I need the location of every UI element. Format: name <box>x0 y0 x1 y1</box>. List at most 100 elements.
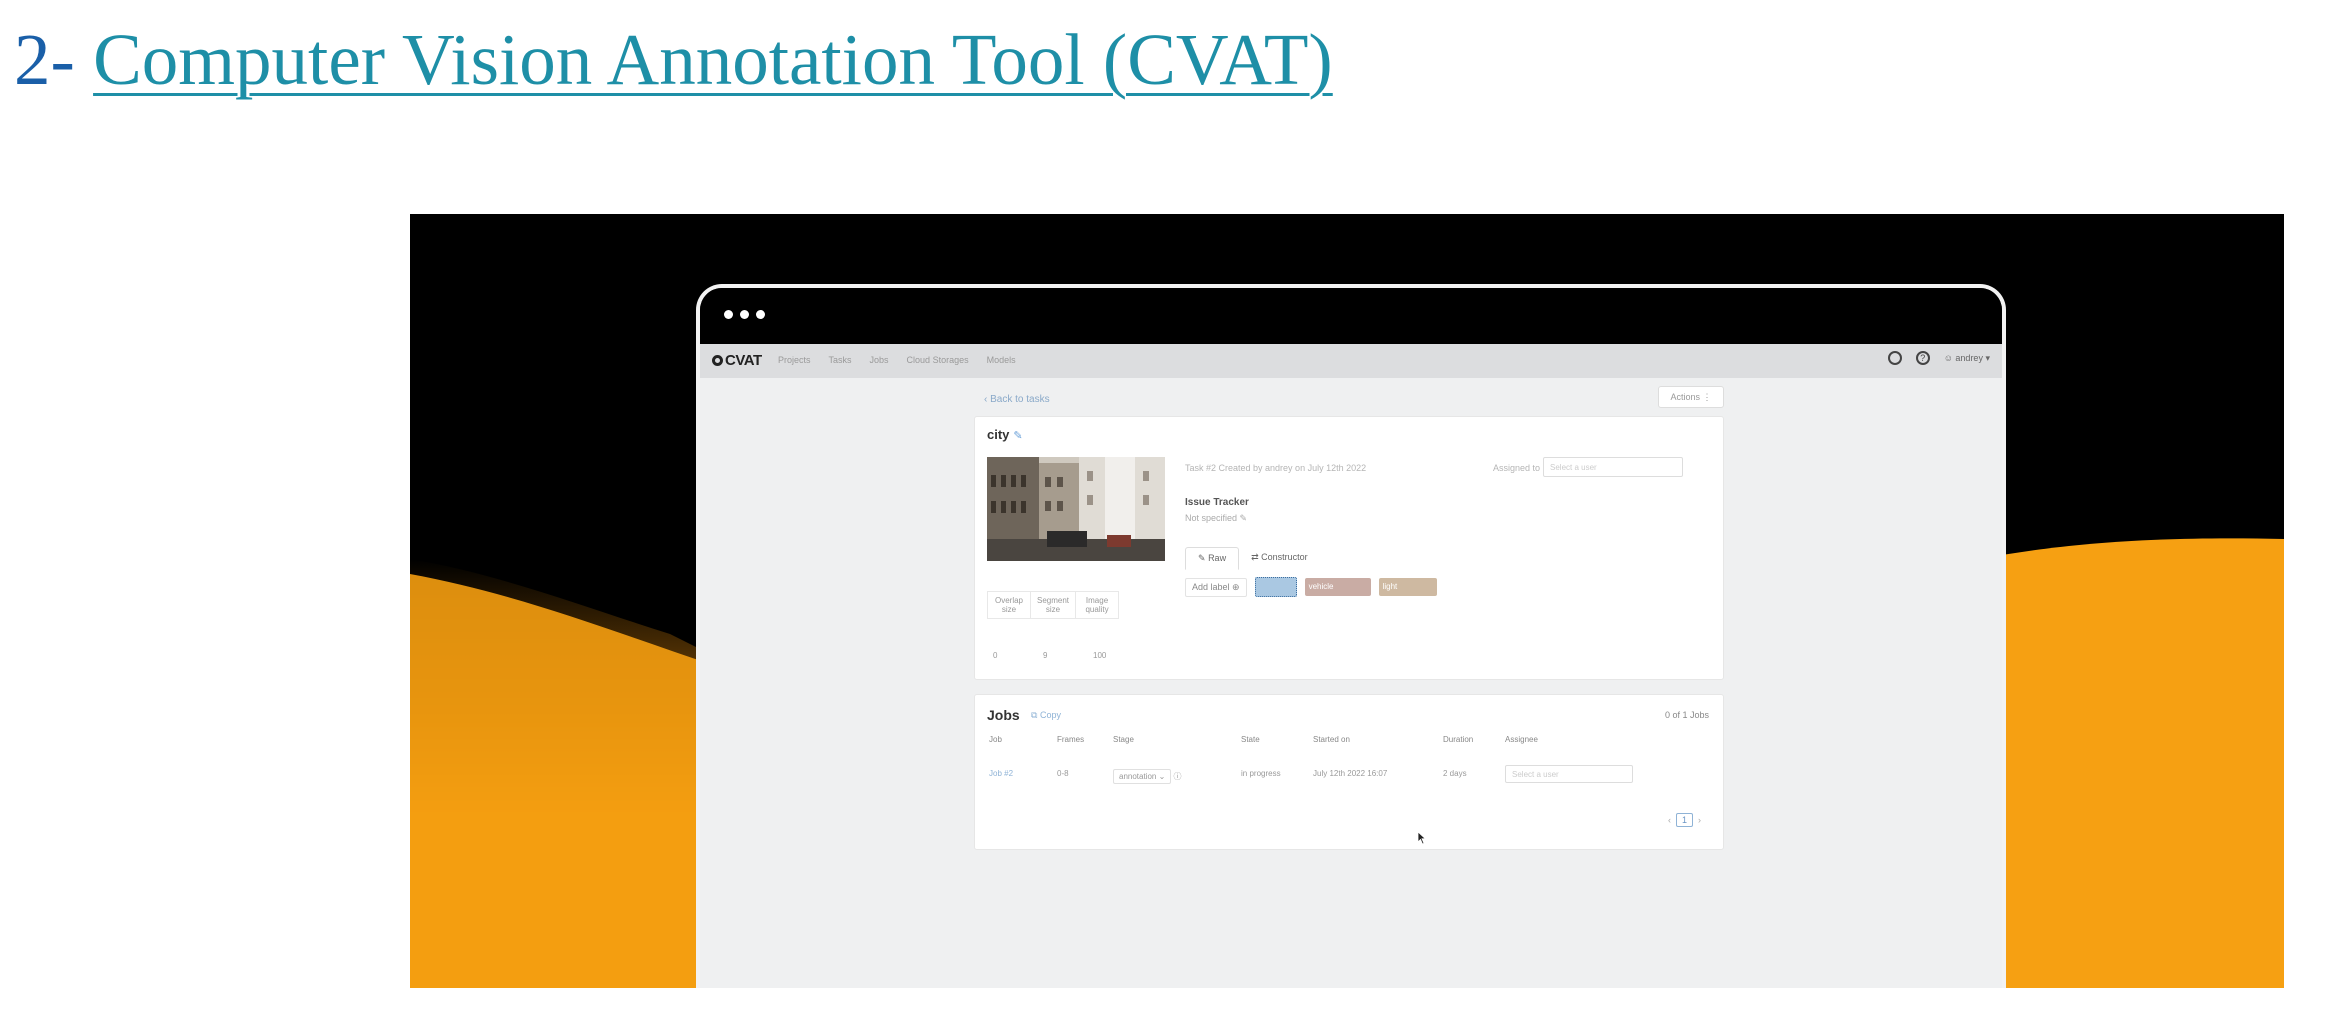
assigned-to-label: Assigned to <box>1493 463 1541 473</box>
nav-models[interactable]: Models <box>987 355 1016 365</box>
task-preview-image <box>987 457 1165 561</box>
label-list: Add label ⊕ vehicle light <box>1185 577 1437 597</box>
param-value: 9 <box>1043 651 1048 660</box>
tab-raw-label: Raw <box>1208 553 1227 563</box>
logo-text: CVAT <box>725 352 762 369</box>
tab-constructor[interactable]: ⇄ Constructor <box>1239 547 1320 570</box>
plus-circle-icon: ⊕ <box>1232 581 1240 592</box>
next-page-icon[interactable]: › <box>1698 815 1701 825</box>
edit-icon[interactable]: ✎ <box>1240 513 1248 523</box>
help-icon[interactable]: ? <box>1915 351 1930 365</box>
logo-mark-icon <box>712 355 723 366</box>
close-dot-icon[interactable] <box>724 310 733 319</box>
stage-value: annotation <box>1119 772 1157 781</box>
browser-window: CVAT Projects Tasks Jobs Cloud Storages … <box>696 284 2006 988</box>
tab-raw[interactable]: ✎ Raw <box>1185 547 1240 570</box>
job-state: in progress <box>1241 769 1281 778</box>
constructor-icon: ⇄ <box>1251 552 1259 562</box>
chevron-down-icon: ▾ <box>1985 352 1990 363</box>
page-heading: 2- Computer Vision Annotation Tool (CVAT… <box>14 10 1333 110</box>
job-started: July 12th 2022 16:07 <box>1313 769 1388 778</box>
task-name[interactable]: city ✎ <box>987 427 1023 442</box>
nav-tasks[interactable]: Tasks <box>829 355 852 365</box>
cvat-link[interactable]: Computer Vision Annotation Tool (CVAT) <box>93 19 1333 100</box>
column-header[interactable]: Duration <box>1443 735 1505 744</box>
jobs-title: Jobs <box>987 707 1020 723</box>
job-duration: 2 days <box>1443 769 1467 778</box>
column-header[interactable]: Frames <box>1057 735 1113 744</box>
param-header: Segment size <box>1029 591 1077 619</box>
jobs-count: 0 of 1 Jobs <box>1664 710 1709 720</box>
copy-button[interactable]: ⧉ Copy <box>1031 710 1061 721</box>
param-header: Overlap size <box>987 591 1031 619</box>
back-link[interactable]: ‹ Back to tasks <box>984 394 1050 405</box>
jobs-card: Jobs ⧉ Copy 0 of 1 Jobs Job Frames Stage… <box>974 694 1724 850</box>
task-params-table: Overlap size Segment size Image quality <box>987 591 1120 619</box>
assignee-cell: Select a user <box>1505 765 1685 784</box>
more-icon: ⋮ <box>1702 392 1712 402</box>
user-icon: ☺ <box>1943 352 1953 363</box>
mouse-cursor-icon <box>1417 831 1427 845</box>
add-label-text: Add label <box>1192 581 1230 592</box>
column-header[interactable]: Stage <box>1113 735 1241 744</box>
back-link-label: Back to tasks <box>990 394 1050 405</box>
label-chip[interactable] <box>1254 577 1297 597</box>
minimize-dot-icon[interactable] <box>740 310 749 319</box>
job-assignee-select[interactable]: Select a user <box>1505 765 1633 783</box>
nav-jobs[interactable]: Jobs <box>870 355 889 365</box>
task-name-text: city <box>987 427 1010 442</box>
maximize-dot-icon[interactable] <box>756 310 765 319</box>
edit-icon: ✎ <box>1198 553 1206 563</box>
cvat-app: CVAT Projects Tasks Jobs Cloud Storages … <box>700 344 2002 988</box>
nav-links: Projects Tasks Jobs Cloud Storages Model… <box>778 355 1016 365</box>
param-value: 0 <box>993 651 998 660</box>
stage-select[interactable]: annotation ⌄ <box>1113 769 1172 784</box>
nav-cloud-storages[interactable]: Cloud Storages <box>907 355 969 365</box>
task-info: Task #2 Created by andrey on July 12th 2… <box>1185 463 1367 473</box>
issue-tracker-text: Not specified <box>1185 513 1238 523</box>
label-editor-tabs: ✎ Raw ⇄ Constructor <box>1185 547 1320 570</box>
tab-constructor-label: Constructor <box>1261 552 1308 562</box>
table-row: Job #2 0-8 annotation ⌄ ⓘ in progress Ju… <box>989 765 1685 784</box>
nav-right: ? ☺ andrey ▾ <box>1887 351 1990 365</box>
nav-projects[interactable]: Projects <box>778 355 811 365</box>
task-params-values: 0 9 100 <box>987 651 1137 660</box>
page-number[interactable]: 1 <box>1675 813 1693 827</box>
github-icon[interactable] <box>1887 351 1902 365</box>
assignee-select[interactable]: Select a user <box>1543 457 1683 477</box>
chevron-down-icon: ⌄ <box>1158 772 1166 781</box>
info-icon[interactable]: ⓘ <box>1174 772 1182 781</box>
issue-tracker-title: Issue Tracker <box>1185 497 1249 508</box>
job-frames: 0-8 <box>1057 769 1069 778</box>
jobs-table-header: Job Frames Stage State Started on Durati… <box>989 735 1685 744</box>
column-header[interactable]: State <box>1241 735 1313 744</box>
copy-label: Copy <box>1039 710 1061 720</box>
chevron-left-icon: ‹ <box>984 394 988 405</box>
heading-number: 2- <box>14 19 94 100</box>
param-value: 100 <box>1093 651 1107 660</box>
task-card: city✎ Task #2 Created by andrey on July <box>974 416 1724 680</box>
window-controls[interactable] <box>724 310 765 319</box>
issue-tracker-value[interactable]: Not specified ✎ <box>1185 513 1247 524</box>
pagination: ‹ 1 › <box>1668 813 1701 827</box>
param-header: Image quality <box>1075 591 1120 619</box>
prev-page-icon[interactable]: ‹ <box>1668 815 1671 825</box>
column-header[interactable]: Job <box>989 735 1057 744</box>
cvat-logo[interactable]: CVAT <box>712 352 762 369</box>
column-header[interactable]: Assignee <box>1505 735 1685 744</box>
cvat-navbar: CVAT Projects Tasks Jobs Cloud Storages … <box>700 344 2002 378</box>
stage-cell: annotation ⌄ ⓘ <box>1113 769 1241 784</box>
window-titlebar <box>700 288 2002 344</box>
label-chip[interactable]: light <box>1378 578 1437 596</box>
label-chip[interactable]: vehicle <box>1304 578 1371 596</box>
user-name: andrey <box>1955 352 1983 363</box>
copy-icon: ⧉ <box>1031 710 1038 720</box>
column-header[interactable]: Started on <box>1313 735 1443 744</box>
user-menu[interactable]: ☺ andrey ▾ <box>1944 353 1990 364</box>
actions-label: Actions <box>1670 392 1700 402</box>
job-link[interactable]: Job #2 <box>989 769 1057 784</box>
actions-button[interactable]: Actions ⋮ <box>1658 386 1724 408</box>
add-label-button[interactable]: Add label ⊕ <box>1185 577 1247 597</box>
demo-video[interactable]: CVAT Projects Tasks Jobs Cloud Storages … <box>410 214 2284 988</box>
edit-icon[interactable]: ✎ <box>1013 430 1022 442</box>
